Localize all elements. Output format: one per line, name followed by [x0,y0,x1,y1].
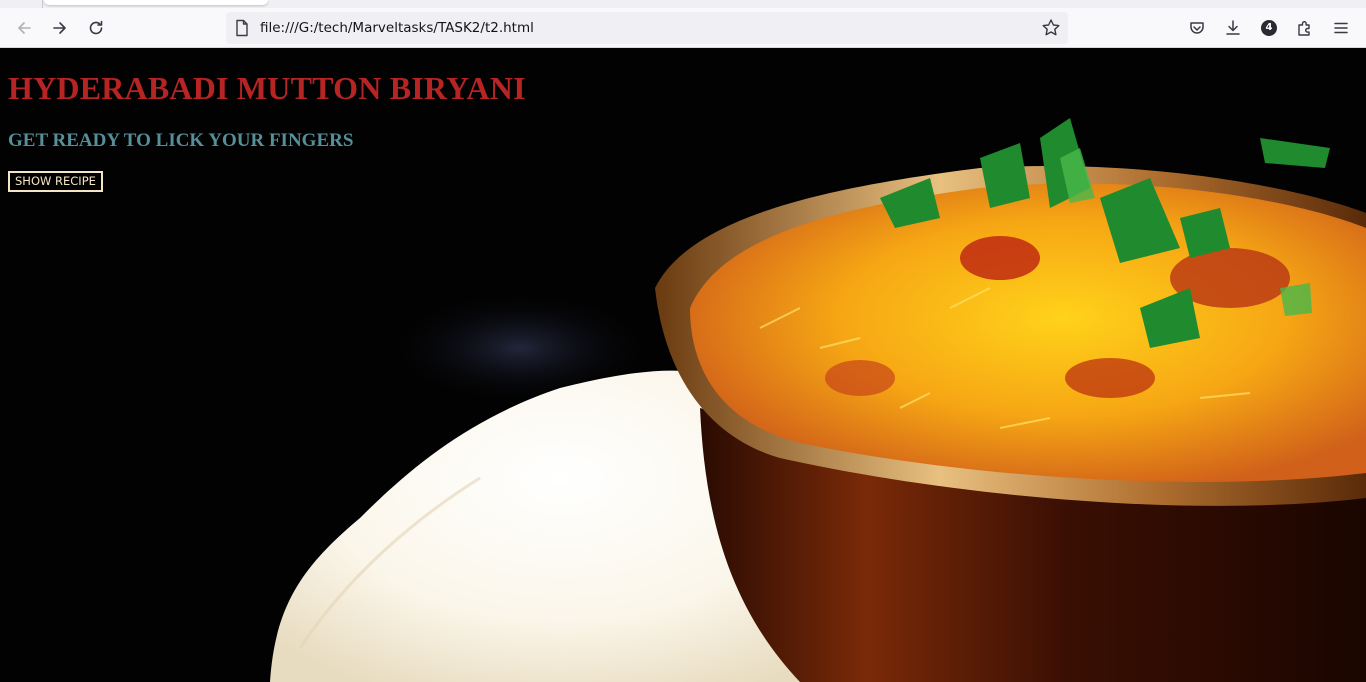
back-icon [18,22,31,34]
tab-separator [42,0,43,8]
reload-icon [89,20,103,35]
back-button[interactable] [8,12,40,44]
show-recipe-button[interactable]: SHOW RECIPE [8,171,103,192]
page-content: HYDERABADI MUTTON BIRYANI GET READY TO L… [0,48,1366,682]
page-icon [236,19,248,37]
reload-button[interactable] [80,12,112,44]
account-button[interactable]: 4 [1253,12,1285,44]
url-text[interactable]: file:///G:/tech/Marveltasks/TASK2/t2.htm… [260,12,534,44]
tab-strip [0,0,1366,8]
extensions-icon [1298,21,1310,36]
menu-button[interactable] [1325,12,1357,44]
extensions-badge: 4 [1261,20,1277,36]
menu-icon [1334,22,1348,34]
page-subtitle: GET READY TO LICK YOUR FINGERS [8,130,354,151]
pocket-button[interactable] [1181,12,1213,44]
download-icon [1226,20,1240,35]
browser-toolbar: file:///G:/tech/Marveltasks/TASK2/t2.htm… [0,8,1366,48]
active-tab[interactable] [44,0,268,5]
address-bar[interactable]: file:///G:/tech/Marveltasks/TASK2/t2.htm… [226,12,1068,44]
forward-button[interactable] [44,12,76,44]
bookmark-star-icon[interactable] [1040,17,1062,39]
pocket-icon [1190,22,1204,34]
downloads-button[interactable] [1217,12,1249,44]
forward-icon [53,22,66,34]
page-title: HYDERABADI MUTTON BIRYANI [8,70,526,106]
extensions-button[interactable] [1289,12,1321,44]
